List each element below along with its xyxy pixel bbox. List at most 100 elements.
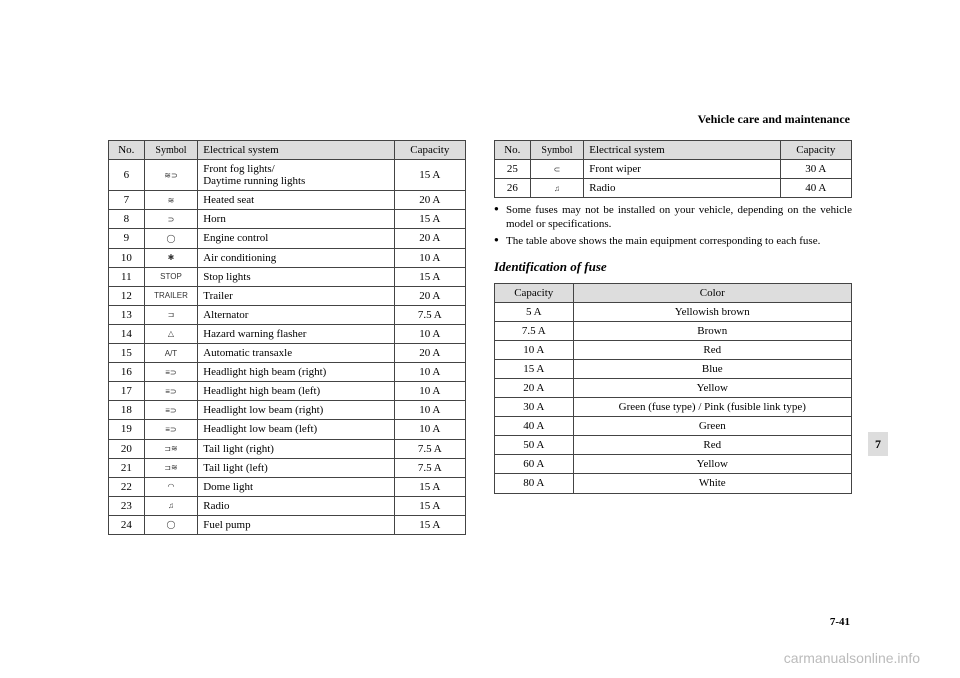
cell-capacity: 40 A	[495, 417, 574, 436]
cell-system: Horn	[198, 210, 394, 229]
cell-capacity: 7.5 A	[394, 305, 465, 324]
table-row: 11STOPStop lights15 A	[109, 267, 466, 286]
cell-capacity: 15 A	[394, 210, 465, 229]
cell-symbol-icon: TRAILER	[144, 286, 198, 305]
cell-capacity: 80 A	[495, 474, 574, 493]
table-row: 15A/TAutomatic transaxle20 A	[109, 344, 466, 363]
header-symbol: Symbol	[530, 141, 584, 160]
table-row: 21⊐≋Tail light (left)7.5 A	[109, 458, 466, 477]
header-capacity: Capacity	[495, 283, 574, 302]
cell-system: Tail light (left)	[198, 458, 394, 477]
cell-system: Radio	[584, 179, 780, 198]
cell-capacity: 5 A	[495, 302, 574, 321]
table-row: 12TRAILERTrailer20 A	[109, 286, 466, 305]
cell-capacity: 60 A	[495, 455, 574, 474]
table-row: 14△Hazard warning flasher10 A	[109, 324, 466, 343]
watermark: carmanualsonline.info	[784, 650, 920, 666]
table-row: 8⊃Horn15 A	[109, 210, 466, 229]
table-header-row: No. Symbol Electrical system Capacity	[495, 141, 852, 160]
table-row: 13⊐Alternator7.5 A	[109, 305, 466, 324]
cell-system: Heated seat	[198, 191, 394, 210]
cell-capacity: 10 A	[394, 324, 465, 343]
cell-no: 12	[109, 286, 145, 305]
cell-symbol-icon: ≡⊃	[144, 420, 198, 439]
cell-symbol-icon: △	[144, 324, 198, 343]
cell-system: Hazard warning flasher	[198, 324, 394, 343]
cell-capacity: 30 A	[780, 160, 851, 179]
fuse-table-1: No. Symbol Electrical system Capacity 6≋…	[108, 140, 466, 535]
table-row: 7≋Heated seat20 A	[109, 191, 466, 210]
header-capacity: Capacity	[780, 141, 851, 160]
cell-color: Yellow	[573, 379, 851, 398]
cell-system: Trailer	[198, 286, 394, 305]
cell-symbol-icon: ⊃	[144, 210, 198, 229]
cell-symbol-icon: ◯	[144, 515, 198, 534]
cell-no: 15	[109, 344, 145, 363]
cell-no: 20	[109, 439, 145, 458]
fuse-color-table: Capacity Color 5 AYellowish brown7.5 ABr…	[494, 283, 852, 494]
cell-color: Blue	[573, 359, 851, 378]
header-color: Color	[573, 283, 851, 302]
header-capacity: Capacity	[394, 141, 465, 160]
table-row: 25⊂Front wiper30 A	[495, 160, 852, 179]
cell-capacity: 7.5 A	[394, 458, 465, 477]
header-no: No.	[109, 141, 145, 160]
cell-symbol-icon: ◯	[144, 229, 198, 248]
table-row: 20 AYellow	[495, 379, 852, 398]
table-row: 20⊐≋Tail light (right)7.5 A	[109, 439, 466, 458]
header-symbol: Symbol	[144, 141, 198, 160]
cell-no: 24	[109, 515, 145, 534]
cell-system: Headlight high beam (left)	[198, 382, 394, 401]
section-tab: 7	[868, 432, 888, 456]
cell-system: Stop lights	[198, 267, 394, 286]
cell-no: 8	[109, 210, 145, 229]
cell-no: 11	[109, 267, 145, 286]
cell-system: Dome light	[198, 477, 394, 496]
cell-capacity: 10 A	[394, 382, 465, 401]
table-row: 9◯Engine control20 A	[109, 229, 466, 248]
table-row: 7.5 ABrown	[495, 321, 852, 340]
right-column: No. Symbol Electrical system Capacity 25…	[494, 140, 852, 535]
cell-capacity: 20 A	[394, 286, 465, 305]
cell-no: 19	[109, 420, 145, 439]
cell-no: 18	[109, 401, 145, 420]
cell-no: 6	[109, 160, 145, 191]
cell-no: 13	[109, 305, 145, 324]
cell-capacity: 15 A	[394, 496, 465, 515]
table-row: 80 AWhite	[495, 474, 852, 493]
subheading-identification: Identification of fuse	[494, 259, 852, 275]
cell-capacity: 7.5 A	[495, 321, 574, 340]
cell-color: White	[573, 474, 851, 493]
cell-system: Front fog lights/Daytime running lights	[198, 160, 394, 191]
section-title: Vehicle care and maintenance	[698, 112, 850, 127]
cell-symbol-icon: ≡⊃	[144, 401, 198, 420]
cell-capacity: 15 A	[394, 515, 465, 534]
cell-color: Red	[573, 340, 851, 359]
table-row: 24◯Fuel pump15 A	[109, 515, 466, 534]
cell-system: Automatic transaxle	[198, 344, 394, 363]
table-row: 10 ARed	[495, 340, 852, 359]
cell-symbol-icon: STOP	[144, 267, 198, 286]
cell-system: Engine control	[198, 229, 394, 248]
cell-symbol-icon: ⊐	[144, 305, 198, 324]
table-row: 23♫Radio15 A	[109, 496, 466, 515]
cell-color: Brown	[573, 321, 851, 340]
table-header-row: Capacity Color	[495, 283, 852, 302]
cell-capacity: 10 A	[394, 401, 465, 420]
cell-no: 16	[109, 363, 145, 382]
cell-color: Green	[573, 417, 851, 436]
cell-system: Headlight low beam (right)	[198, 401, 394, 420]
cell-symbol-icon: ⊐≋	[144, 439, 198, 458]
cell-system: Alternator	[198, 305, 394, 324]
fuse-color-body: 5 AYellowish brown7.5 ABrown10 ARed15 AB…	[495, 302, 852, 493]
table-row: 5 AYellowish brown	[495, 302, 852, 321]
cell-symbol-icon: ♫	[144, 496, 198, 515]
table-row: 26♫Radio40 A	[495, 179, 852, 198]
table-row: 18≡⊃Headlight low beam (right)10 A	[109, 401, 466, 420]
table-row: 10✱Air conditioning10 A	[109, 248, 466, 267]
cell-symbol-icon: ≋	[144, 191, 198, 210]
cell-capacity: 30 A	[495, 398, 574, 417]
cell-symbol-icon: ⊂	[530, 160, 584, 179]
cell-capacity: 50 A	[495, 436, 574, 455]
cell-capacity: 10 A	[394, 248, 465, 267]
